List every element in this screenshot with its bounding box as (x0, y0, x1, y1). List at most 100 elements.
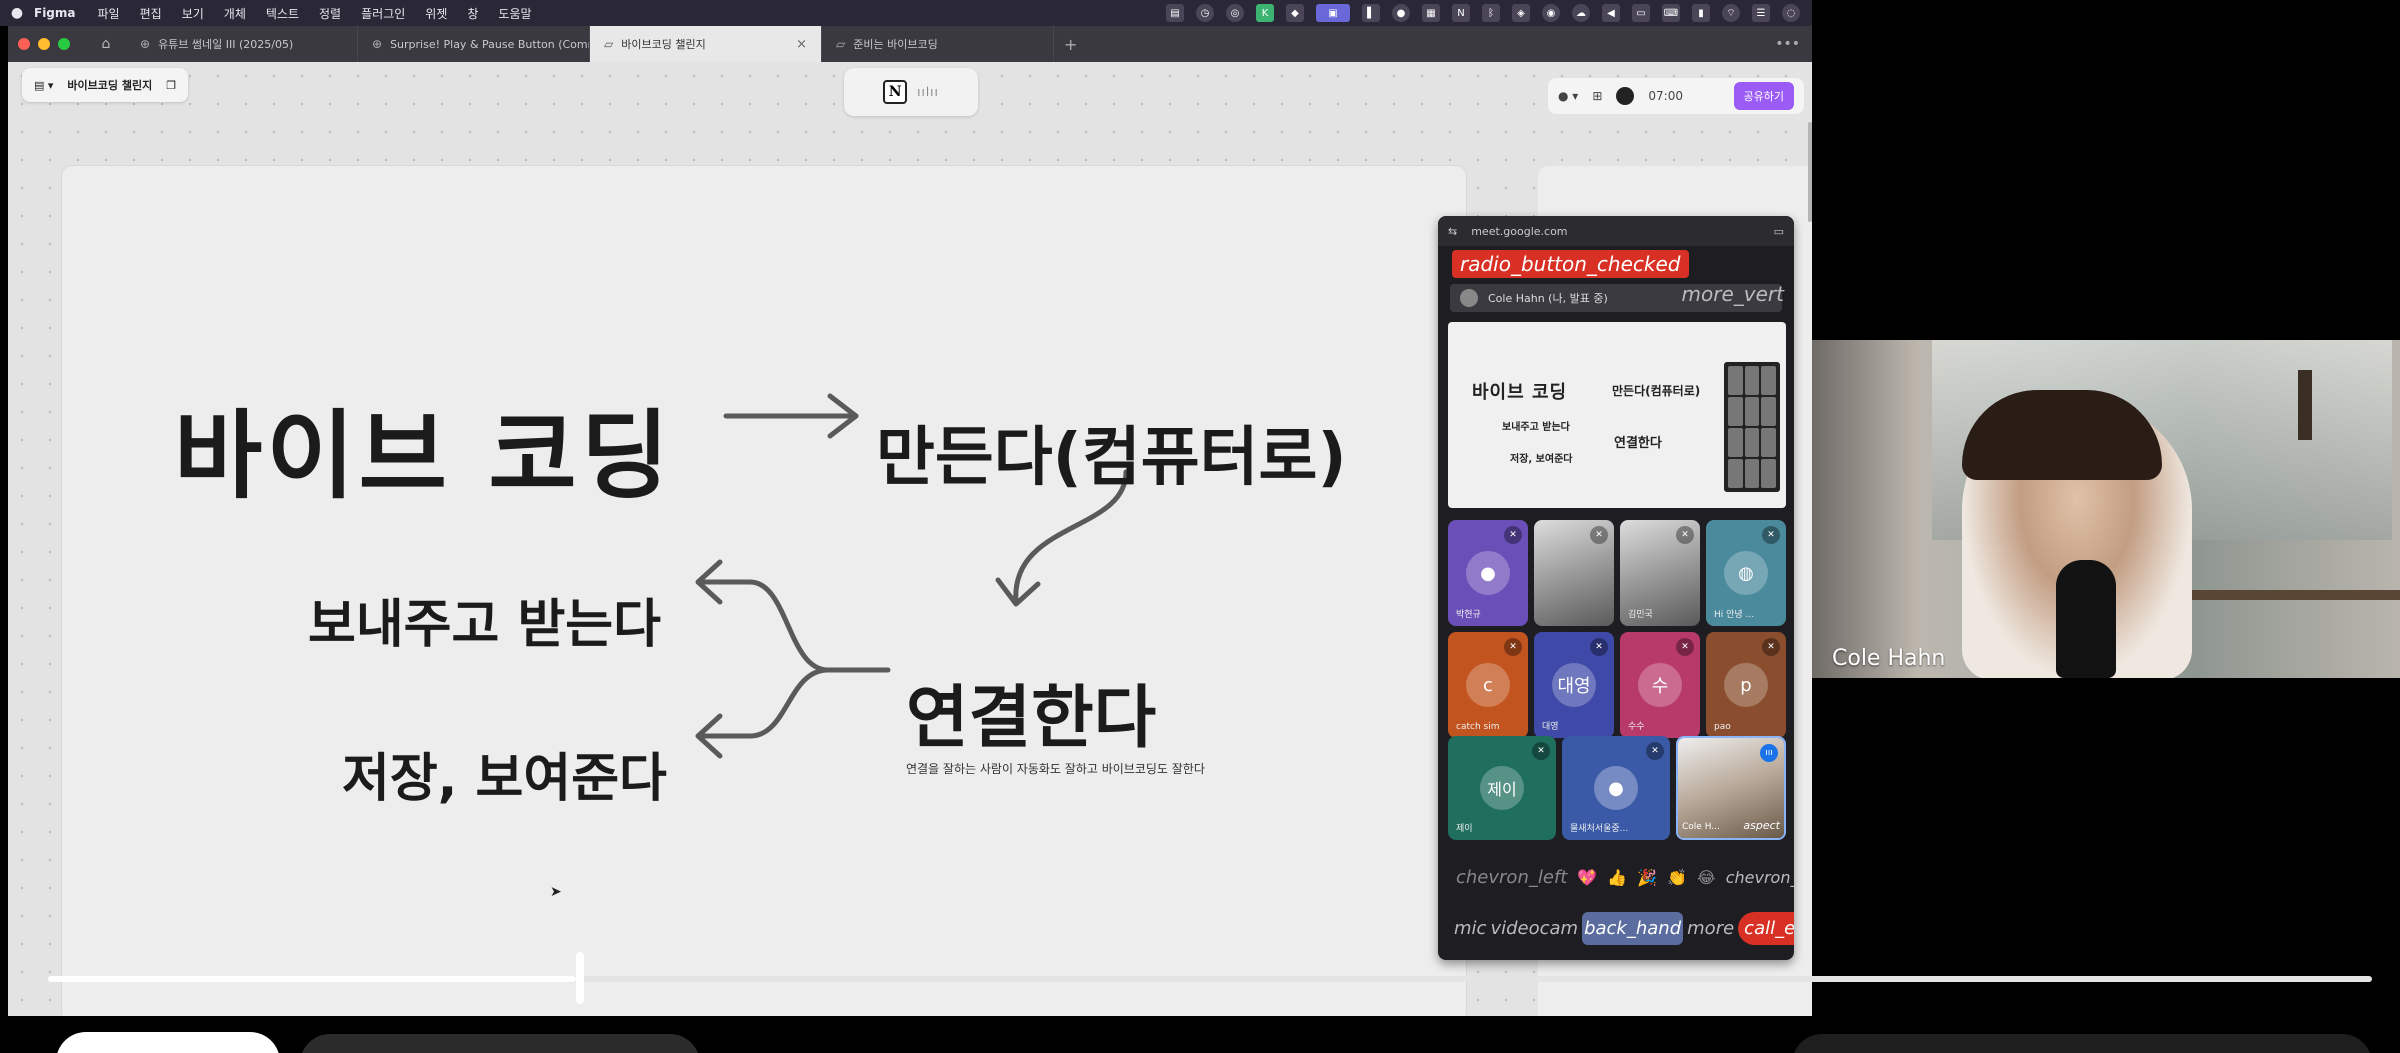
zoom-window-button[interactable] (58, 38, 70, 50)
menu-widgets[interactable]: 위젯 (425, 5, 447, 22)
participant-initial: p (1724, 663, 1768, 707)
participant-tile[interactable]: ✕ c catch sim (1448, 632, 1528, 738)
tab-vibe-coding-challenge[interactable]: ▱ 바이브코딩 챌린지 × (590, 26, 822, 62)
video-progress-bar[interactable] (48, 952, 2372, 1004)
tray-cloud-icon[interactable]: ☁ (1572, 4, 1590, 22)
chevron-right-icon[interactable]: chevron_right (1726, 868, 1794, 887)
camera-icon[interactable]: ▭ (1774, 225, 1784, 238)
more-options-icon[interactable]: more (1687, 918, 1734, 939)
user-avatar[interactable] (1616, 87, 1635, 105)
aspect-ratio-icon[interactable]: aspect (1743, 819, 1780, 832)
slide-text-send-receive[interactable]: 보내주고 받는다 (308, 582, 661, 657)
tray-sidebar-icon[interactable]: ▌ (1362, 4, 1380, 22)
reaction-party-icon[interactable]: 🎉 (1637, 868, 1657, 887)
slide-text-connect[interactable]: 연결한다 (906, 662, 1156, 761)
tray-k-icon[interactable]: K (1256, 4, 1274, 22)
layout-icon[interactable]: ⊞ (1592, 89, 1602, 103)
participant-tile[interactable]: ✕ p pao (1706, 632, 1786, 738)
speaking-icon: ııı (1760, 744, 1778, 762)
participant-tile[interactable]: ✕ 제이 제이 (1448, 736, 1556, 840)
webcam-video: Cole Hahn (1812, 340, 2400, 678)
participant-tile[interactable]: ✕ ◍ Hi 안녕 ... (1706, 520, 1786, 626)
video-scrubber-handle[interactable] (575, 952, 584, 1004)
file-title[interactable]: 바이브코딩 챌린지 (67, 77, 152, 93)
slide-title-vibe-coding[interactable]: 바이브 코딩 (174, 378, 673, 517)
videocam-icon[interactable]: videocam (1490, 918, 1578, 939)
close-window-button[interactable] (18, 38, 30, 50)
menu-app-name[interactable]: Figma (34, 6, 76, 20)
participant-tile[interactable]: ✕ (1534, 520, 1614, 626)
minimize-window-button[interactable] (38, 38, 50, 50)
close-tab-icon[interactable]: × (796, 37, 807, 52)
timer-text[interactable]: 07:00 (1648, 89, 1683, 103)
pages-icon[interactable]: ❐ (166, 79, 176, 92)
call-end-icon[interactable]: call_end (1738, 911, 1794, 945)
tab-youtube-thumbnail[interactable]: ⊕ 유튜브 썸네일 III (2025/05) (126, 26, 358, 62)
player-pill-right[interactable] (1792, 1034, 2372, 1053)
participant-tile-self[interactable]: ııı Cole H... aspect (1676, 736, 1786, 840)
participant-tile[interactable]: ✕ ● 물새처서울중... (1562, 736, 1670, 840)
participant-tile[interactable]: ✕ 수 수수 (1620, 632, 1700, 738)
tab-play-pause-button[interactable]: ⊕ Surprise! Play & Pause Button (Comm (358, 26, 590, 62)
tray-app-icon[interactable]: ▤ (1166, 4, 1184, 22)
participant-tile[interactable]: ✕ 대영 대영 (1534, 632, 1614, 738)
more-horiz-icon[interactable]: ••• (1775, 36, 1800, 52)
tray-control-center-icon[interactable]: ☰ (1752, 4, 1770, 22)
menu-plugins[interactable]: 플러그인 (361, 5, 405, 22)
home-icon[interactable]: ⌂ (86, 36, 126, 52)
tray-shield-icon[interactable]: ◈ (1512, 4, 1530, 22)
menu-help[interactable]: 도움말 (498, 5, 531, 22)
tray-clock-icon[interactable]: ◷ (1196, 4, 1214, 22)
slide-note[interactable]: 연결을 잘하는 사람이 자동화도 잘하고 바이브코딩도 잘한다 (906, 760, 1205, 777)
mic-icon[interactable]: mic (1454, 918, 1486, 939)
menu-view[interactable]: 보기 (182, 5, 204, 22)
tray-bluetooth-icon[interactable]: ᛒ (1482, 4, 1500, 22)
chevron-left-icon[interactable]: chevron_left (1456, 867, 1567, 888)
notion-audio-pill[interactable]: N ıılıı (844, 68, 978, 116)
tray-siri-icon[interactable]: ◌ (1782, 4, 1800, 22)
player-pill-secondary[interactable] (300, 1034, 700, 1053)
screen-share-preview[interactable]: 바이브 코딩 만든다(컴퓨터로) 보내주고 받는다 저장, 보여준다 연결한다 (1448, 322, 1786, 508)
reaction-laugh-icon[interactable]: 😂 (1697, 868, 1716, 887)
figjam-menu-icon[interactable]: ▤ ▾ (34, 79, 53, 92)
raise-hand-icon[interactable]: back_hand (1582, 911, 1684, 945)
tab-vibe-coding-prep[interactable]: ▱ 준비는 바이브코딩 (822, 26, 1054, 62)
new-tab-icon[interactable]: + (1064, 35, 1077, 54)
tray-wifi-icon[interactable]: ⌔ (1722, 4, 1740, 22)
participant-tile[interactable]: ✕ 김민국 (1620, 520, 1700, 626)
menu-text[interactable]: 텍스트 (266, 5, 299, 22)
share-button[interactable]: 공유하기 (1733, 82, 1794, 110)
tray-calendar-icon[interactable]: ▦ (1422, 4, 1440, 22)
tray-vpn-icon[interactable]: ◉ (1542, 4, 1560, 22)
tune-icon[interactable]: ⇆ (1448, 225, 1457, 238)
participant-initial: 대영 (1552, 663, 1596, 707)
tray-screen-icon[interactable]: ▣ (1316, 4, 1350, 22)
player-pill-primary[interactable] (56, 1032, 280, 1053)
meet-url[interactable]: meet.google.com (1471, 225, 1567, 238)
slide-text-make[interactable]: 만든다(컴퓨터로) (876, 406, 1347, 498)
slide-text-store-show[interactable]: 저장, 보여준다 (342, 736, 667, 811)
tray-record-icon[interactable]: ● (1392, 4, 1410, 22)
menu-file[interactable]: 파일 (98, 5, 120, 22)
file-menu-chip[interactable]: ▤ ▾ 바이브코딩 챌린지 ❐ (22, 68, 189, 102)
tray-target-icon[interactable]: ◎ (1226, 4, 1244, 22)
tray-volume-icon[interactable]: ◀ (1602, 4, 1620, 22)
tray-battery-icon[interactable]: ▮ (1692, 4, 1710, 22)
reaction-clap-icon[interactable]: 👏 (1667, 868, 1687, 887)
tray-notion-icon[interactable]: N (1452, 4, 1470, 22)
tray-display-icon[interactable]: ▭ (1632, 4, 1650, 22)
reaction-thumbs-up-icon[interactable]: 👍 (1607, 868, 1627, 887)
tray-dropbox-icon[interactable]: ◆ (1286, 4, 1304, 22)
ai-tools-icon[interactable]: ● ▾ (1558, 89, 1578, 103)
participant-tile[interactable]: ✕ ● 박현규 (1448, 520, 1528, 626)
reaction-heart-icon[interactable]: 💖 (1577, 868, 1597, 887)
menu-arrange[interactable]: 정렬 (319, 5, 341, 22)
more-vert-icon[interactable]: more_vert (1682, 282, 1784, 306)
tab-bar: ⌂ ⊕ 유튜브 썸네일 III (2025/05) ⊕ Surprise! Pl… (8, 26, 1812, 62)
menu-window[interactable]: 창 (467, 5, 478, 22)
apple-icon[interactable]: ● (0, 5, 34, 21)
globe-avatar-icon: ◍ (1724, 551, 1768, 595)
tray-keyboard-icon[interactable]: ⌨ (1662, 4, 1680, 22)
menu-object[interactable]: 개체 (224, 5, 246, 22)
menu-edit[interactable]: 편집 (140, 5, 162, 22)
